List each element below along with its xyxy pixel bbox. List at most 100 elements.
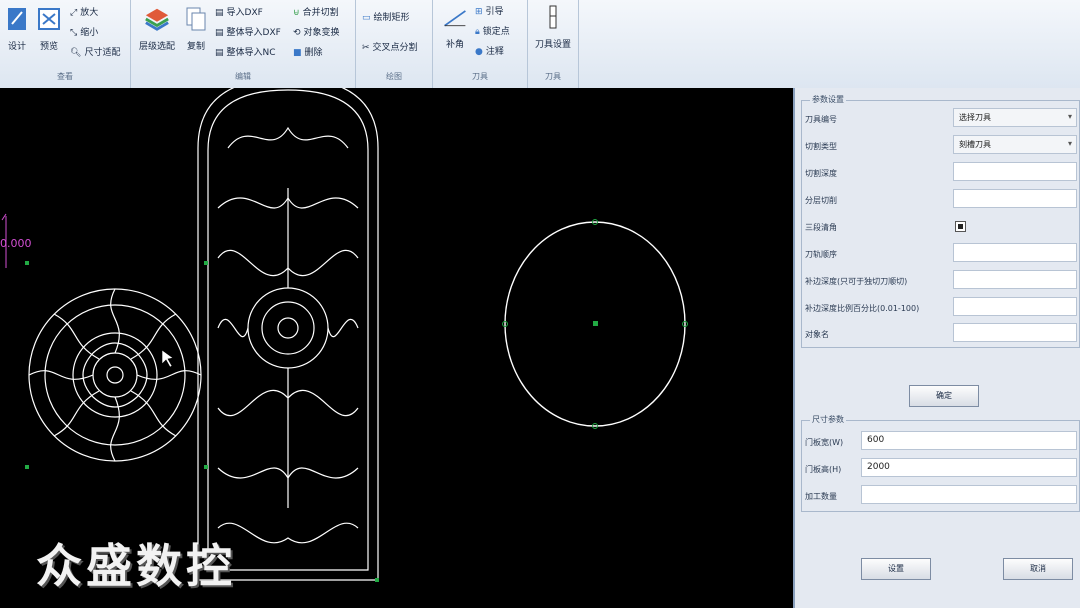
lock-button[interactable]: 🔒︎ 锁定点 xyxy=(475,24,510,38)
layer-button[interactable]: 层级选配 xyxy=(137,6,177,52)
door-height-field[interactable]: 2000 xyxy=(861,458,1077,477)
quantity-field[interactable] xyxy=(861,485,1077,504)
edge-depth-field[interactable] xyxy=(953,270,1077,289)
group-view-label: 查看 xyxy=(57,72,73,81)
node-handle[interactable] xyxy=(204,465,208,469)
copy-icon xyxy=(186,7,206,31)
tool-number-label: 刀具编号 xyxy=(805,115,837,124)
object-name-field[interactable] xyxy=(953,323,1077,342)
zoom-out-icon: ⤡ xyxy=(70,27,78,38)
whole-import-dxf-button[interactable]: ▤ 整体导入DXF xyxy=(215,25,281,39)
file-icon: ▤ xyxy=(215,27,224,38)
mouse-cursor-icon xyxy=(161,349,174,368)
fit-button[interactable]: 🔍︎ 尺寸适配 xyxy=(70,45,121,59)
draw-rect-label: 绘制矩形 xyxy=(373,13,410,23)
object-name-label: 对象名 xyxy=(805,330,829,339)
merge-icon: ⊌ xyxy=(293,7,300,18)
rectangle-icon: ▭ xyxy=(362,12,371,23)
zoom-out-button[interactable]: ⤡ 缩小 xyxy=(70,25,99,39)
draw-rect-button[interactable]: ▭ 绘制矩形 xyxy=(362,10,410,24)
edge-depth-label: 补边深度(只可于独切刀顺切) xyxy=(805,277,908,286)
group-draw-label: 绘图 xyxy=(386,72,402,81)
file-icon: ▤ xyxy=(215,7,224,18)
chamfer-icon xyxy=(444,10,466,27)
preview-icon xyxy=(38,8,60,30)
corner-clean-checkbox[interactable] xyxy=(955,221,966,232)
axis-readout: 0.000 xyxy=(0,237,32,250)
ribbon-group-tool: 补角 ⊞ 引导 🔒︎ 锁定点 ● 注释 刀具 xyxy=(433,0,528,88)
door-panel-ornament[interactable] xyxy=(197,88,379,581)
cut-type-select[interactable]: 刻槽刀具 xyxy=(953,135,1077,154)
chamfer-label: 补角 xyxy=(445,40,464,50)
fit-label: 尺寸适配 xyxy=(84,48,121,58)
note-label: 注释 xyxy=(485,47,504,57)
path-order-label: 刀轨顺序 xyxy=(805,250,837,259)
design-icon xyxy=(8,8,26,30)
set-button[interactable]: 设置 xyxy=(861,558,931,580)
layered-cut-field[interactable] xyxy=(953,189,1077,208)
merge-label: 合并切割 xyxy=(302,8,339,18)
zoom-in-label: 放大 xyxy=(80,8,99,18)
reshape-label: 对象变换 xyxy=(303,28,340,38)
delete-button[interactable]: ■ 删除 xyxy=(293,45,323,59)
layer-label: 层级选配 xyxy=(138,42,175,52)
quantity-label: 加工数量 xyxy=(805,492,837,501)
zoom-in-button[interactable]: ⤢ 放大 xyxy=(70,5,99,19)
door-width-field[interactable]: 600 xyxy=(861,431,1077,450)
zoom-out-label: 缩小 xyxy=(80,28,99,38)
copy-button[interactable]: 复制 xyxy=(183,6,209,52)
node-handle[interactable] xyxy=(25,465,29,469)
group-edit-label: 编辑 xyxy=(235,72,251,81)
note-icon: ● xyxy=(475,46,483,57)
ribbon-group-knife: 刀具设置 刀具 xyxy=(528,0,579,88)
layers-icon xyxy=(145,8,169,31)
note-button[interactable]: ● 注释 xyxy=(475,44,504,58)
guide-button[interactable]: ⊞ 引导 xyxy=(475,4,504,18)
tool-settings-label: 刀具设置 xyxy=(534,40,571,50)
cut-depth-label: 切割深度 xyxy=(805,169,837,178)
ribbon-group-view: 设计 预览 ⤢ 放大 ⤡ 缩小 🔍︎ 尺寸适配 查看 xyxy=(0,0,131,88)
design-button[interactable]: 设计 xyxy=(4,6,30,52)
tool-settings-button[interactable]: 刀具设置 xyxy=(532,4,574,50)
door-width-label: 门板宽(W) xyxy=(805,438,844,447)
circle-center-node[interactable] xyxy=(593,321,598,326)
ribbon-group-draw: ▭ 绘制矩形 ✂ 交叉点分割 绘图 xyxy=(356,0,433,88)
edge-ratio-field[interactable] xyxy=(953,297,1077,316)
split-icon: ✂ xyxy=(362,42,370,53)
corner-clean-label: 三段清角 xyxy=(805,223,837,232)
cross-split-label: 交叉点分割 xyxy=(372,43,418,53)
node-handle[interactable] xyxy=(375,578,379,582)
layered-cut-label: 分层切削 xyxy=(805,196,837,205)
preview-button[interactable]: 预览 xyxy=(36,6,62,52)
path-order-field[interactable] xyxy=(953,243,1077,262)
design-label: 设计 xyxy=(7,42,26,52)
group-knife-label: 刀具 xyxy=(545,72,561,81)
merge-button[interactable]: ⊌ 合并切割 xyxy=(293,5,339,19)
cancel-button[interactable]: 取消 xyxy=(1003,558,1073,580)
ribbon-group-edit: 层级选配 复制 ▤ 导入DXF ▤ 整体导入DXF ▤ 整体导入NC ⊌ 合并切割 ⟲ 对… xyxy=(131,0,356,88)
reshape-button[interactable]: ⟲ 对象变换 xyxy=(293,25,340,39)
node-handle[interactable] xyxy=(204,261,208,265)
confirm-button[interactable]: 确定 xyxy=(909,385,979,407)
watermark-text: 众盛数控 xyxy=(36,539,236,593)
node-handle[interactable] xyxy=(25,261,29,265)
params-title: 参数设置 xyxy=(810,94,846,105)
copy-label: 复制 xyxy=(186,42,205,52)
lock-label: 锁定点 xyxy=(482,27,510,37)
tool-number-select[interactable]: 选择刀具 xyxy=(953,108,1077,127)
delete-label: 删除 xyxy=(304,48,323,58)
lock-icon: 🔒︎ xyxy=(475,26,480,37)
cross-split-button[interactable]: ✂ 交叉点分割 xyxy=(362,40,418,54)
size-title: 尺寸参数 xyxy=(810,414,846,425)
chamfer-button[interactable]: 补角 xyxy=(437,4,473,50)
properties-panel: 参数设置 刀具编号 选择刀具 切割类型 刻槽刀具 切割深度 分层切削 三段清角 … xyxy=(793,88,1080,608)
whole-import-nc-label: 整体导入NC xyxy=(226,48,276,58)
whole-import-nc-button[interactable]: ▤ 整体导入NC xyxy=(215,45,276,59)
round-ornament[interactable] xyxy=(28,288,202,462)
group-tool-label: 刀具 xyxy=(472,72,488,81)
preview-label: 预览 xyxy=(39,42,58,52)
import-dxf-button[interactable]: ▤ 导入DXF xyxy=(215,5,263,19)
cut-depth-field[interactable] xyxy=(953,162,1077,181)
search-icon: 🔍︎ xyxy=(70,47,82,58)
file-icon: ▤ xyxy=(215,47,224,58)
